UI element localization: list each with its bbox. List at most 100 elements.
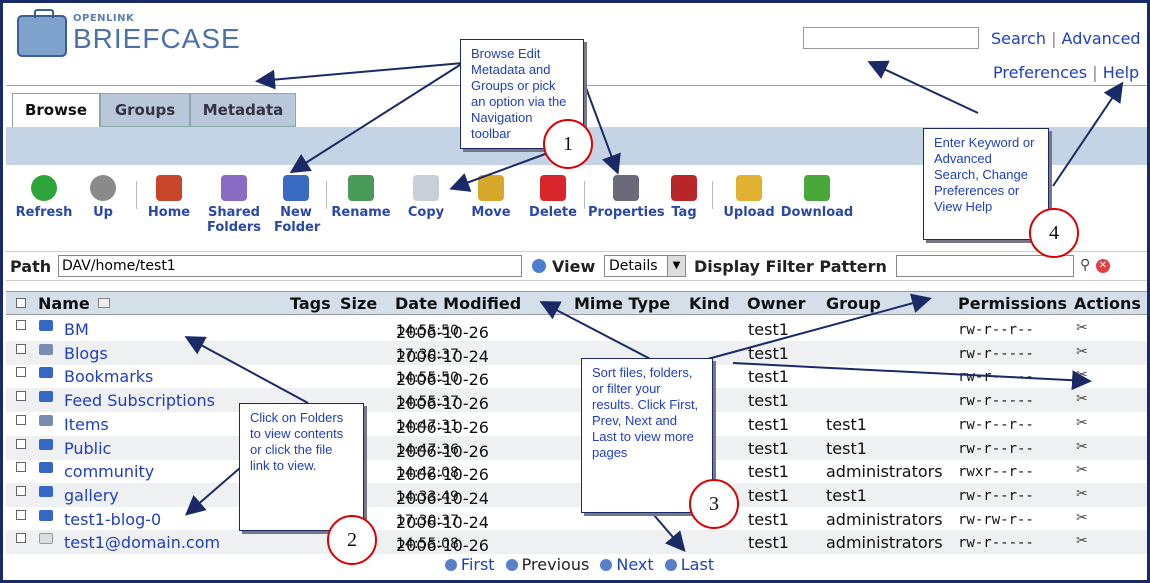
tab-groups[interactable]: Groups — [100, 93, 190, 127]
search-link[interactable]: Search — [991, 29, 1046, 48]
clear-filter-icon[interactable]: ✕ — [1096, 259, 1110, 273]
table-row[interactable]: BM 2006-10-26 14:55:50 test1 rw-r--r-- ✂ — [6, 317, 1147, 342]
row-checkbox[interactable] — [16, 320, 26, 330]
properties-action-icon[interactable]: ✂ — [1076, 533, 1088, 549]
row-checkbox[interactable] — [16, 414, 26, 425]
col-tags-header[interactable]: Tags — [290, 294, 331, 313]
first-page-link[interactable]: First — [461, 555, 495, 574]
properties-action-icon[interactable]: ✂ — [1076, 439, 1088, 455]
shared-folders-button[interactable]: Shared Folders — [206, 175, 262, 235]
properties-action-icon[interactable]: ✂ — [1076, 367, 1088, 383]
preferences-link[interactable]: Preferences — [993, 63, 1087, 82]
row-checkbox[interactable] — [16, 485, 26, 496]
filter-pattern-input[interactable] — [896, 255, 1074, 277]
chevron-down-icon[interactable]: ▼ — [667, 256, 685, 276]
row-checkbox[interactable] — [16, 462, 26, 473]
col-permissions-header[interactable]: Permissions — [958, 294, 1067, 313]
properties-action-icon[interactable]: ✂ — [1076, 486, 1088, 502]
view-go-icon[interactable] — [532, 259, 546, 273]
delete-button[interactable]: Delete — [528, 175, 578, 220]
copy-button[interactable]: Copy — [406, 175, 446, 220]
time: 14:55:50 — [396, 323, 459, 339]
sort-indicator-icon[interactable] — [98, 298, 110, 308]
view-select[interactable]: Details ▼ — [604, 255, 686, 277]
download-button[interactable]: Download — [780, 175, 854, 220]
properties-button[interactable]: Properties — [588, 175, 665, 220]
file-name-link[interactable]: Feed Subscriptions — [64, 391, 215, 410]
view-select-value: Details — [609, 258, 658, 274]
last-page-icon[interactable] — [664, 559, 677, 571]
group: test1 — [826, 414, 867, 434]
file-name-link[interactable]: Items — [64, 415, 109, 434]
file-name-link[interactable]: test1@domain.com — [64, 533, 220, 552]
tab-browse[interactable]: Browse — [12, 93, 100, 127]
row-checkbox[interactable] — [16, 367, 26, 378]
advanced-search-link[interactable]: Advanced — [1062, 29, 1141, 48]
table-row[interactable]: Bookmarks 2006-10-26 14:55:50 test1 rw-r---… — [6, 364, 1147, 389]
upload-button[interactable]: Upload — [722, 175, 776, 220]
download-label: Download — [780, 205, 854, 220]
file-name-link[interactable]: community — [64, 462, 154, 481]
top-links-row1: Search | Advanced — [991, 29, 1141, 48]
col-owner-header[interactable]: Owner — [747, 294, 806, 313]
next-page-link[interactable]: Next — [616, 555, 653, 574]
owner: test1 — [748, 343, 789, 363]
first-page-icon[interactable] — [444, 559, 457, 571]
file-name-link[interactable]: Bookmarks — [64, 367, 153, 386]
properties-action-icon[interactable]: ✂ — [1076, 462, 1088, 478]
properties-action-icon[interactable]: ✂ — [1076, 320, 1088, 336]
tab-metadata[interactable]: Metadata — [190, 93, 296, 127]
up-button[interactable]: Up — [88, 175, 118, 220]
previous-page-icon[interactable] — [505, 559, 518, 571]
file-name-link[interactable]: BM — [64, 320, 89, 339]
new-folder-button[interactable]: New Folder — [274, 175, 320, 235]
permissions: rw-r--r-- — [958, 416, 1034, 433]
properties-action-icon[interactable]: ✂ — [1076, 391, 1088, 407]
refresh-button[interactable]: Refresh — [12, 175, 76, 220]
filter-apply-icon[interactable]: ⚲ — [1080, 257, 1090, 273]
previous-page-link[interactable]: Previous — [522, 555, 590, 574]
properties-action-icon[interactable]: ✂ — [1076, 510, 1088, 526]
table-row[interactable]: test1@domain.com 2006-10-26 14:55:08 test1… — [6, 530, 1147, 555]
col-mime-header[interactable]: Mime Type — [574, 294, 670, 313]
col-name-header[interactable]: Name — [38, 294, 90, 313]
row-checkbox[interactable] — [16, 343, 26, 354]
move-button[interactable]: Move — [468, 175, 514, 220]
col-date-header[interactable]: Date Modified — [395, 294, 521, 313]
select-all-checkbox[interactable] — [16, 298, 26, 308]
file-name-link[interactable]: gallery — [64, 486, 119, 505]
tag-button[interactable]: Tag — [666, 175, 702, 220]
row-checkbox[interactable] — [16, 533, 26, 544]
rename-button[interactable]: Rename — [331, 175, 391, 220]
properties-action-icon[interactable]: ✂ — [1076, 415, 1088, 431]
file-name-link[interactable]: Blogs — [64, 344, 108, 363]
top-links-row2: Preferences | Help — [993, 63, 1139, 82]
help-link[interactable]: Help — [1103, 63, 1139, 82]
col-size-header[interactable]: Size — [340, 294, 377, 313]
file-name-link[interactable]: Public — [64, 439, 111, 458]
briefcase-logo[interactable]: OPENLINK BRIEFCASE — [17, 9, 240, 61]
owner: test1 — [748, 485, 789, 505]
search-input[interactable] — [803, 27, 979, 49]
col-kind-header[interactable]: Kind — [689, 294, 730, 313]
table-row[interactable]: Items 2006-10-26 14:47:31 test1 test1 rw-r--… — [6, 412, 1147, 437]
properties-action-icon[interactable]: ✂ — [1076, 344, 1088, 360]
table-row[interactable]: Blogs 2006-10-24 17:30:37 test1 rw-r----- ✂ — [6, 340, 1147, 366]
last-page-link[interactable]: Last — [681, 555, 714, 574]
file-name-link[interactable]: test1-blog-0 — [64, 510, 161, 529]
home-button[interactable]: Home — [146, 175, 192, 220]
rename-label: Rename — [331, 205, 391, 220]
path-input[interactable]: DAV/home/test1 — [58, 255, 522, 277]
table-row[interactable]: community 2006-10-26 14:42:08 test1 adminis… — [6, 459, 1147, 484]
row-checkbox[interactable] — [16, 509, 26, 520]
row-checkbox[interactable] — [16, 438, 26, 449]
col-group-header[interactable]: Group — [826, 294, 881, 313]
table-row[interactable]: Feed Subscriptions 2006-10-26 14:55:37 tes… — [6, 388, 1147, 413]
table-row[interactable]: Public 2006-10-26 14:47:36 test1 test1 rw-r-… — [6, 435, 1147, 461]
row-checkbox[interactable] — [16, 391, 26, 402]
next-page-icon[interactable] — [600, 559, 613, 571]
callout-number-2: 2 — [327, 515, 377, 565]
table-row[interactable]: test1-blog-0 2006-10-24 17:30:37 test1 admi… — [6, 507, 1147, 532]
folder-icon — [39, 438, 53, 450]
table-row[interactable]: gallery 2006-10-24 14:33:49 test1 test1 rw-r… — [6, 482, 1147, 508]
